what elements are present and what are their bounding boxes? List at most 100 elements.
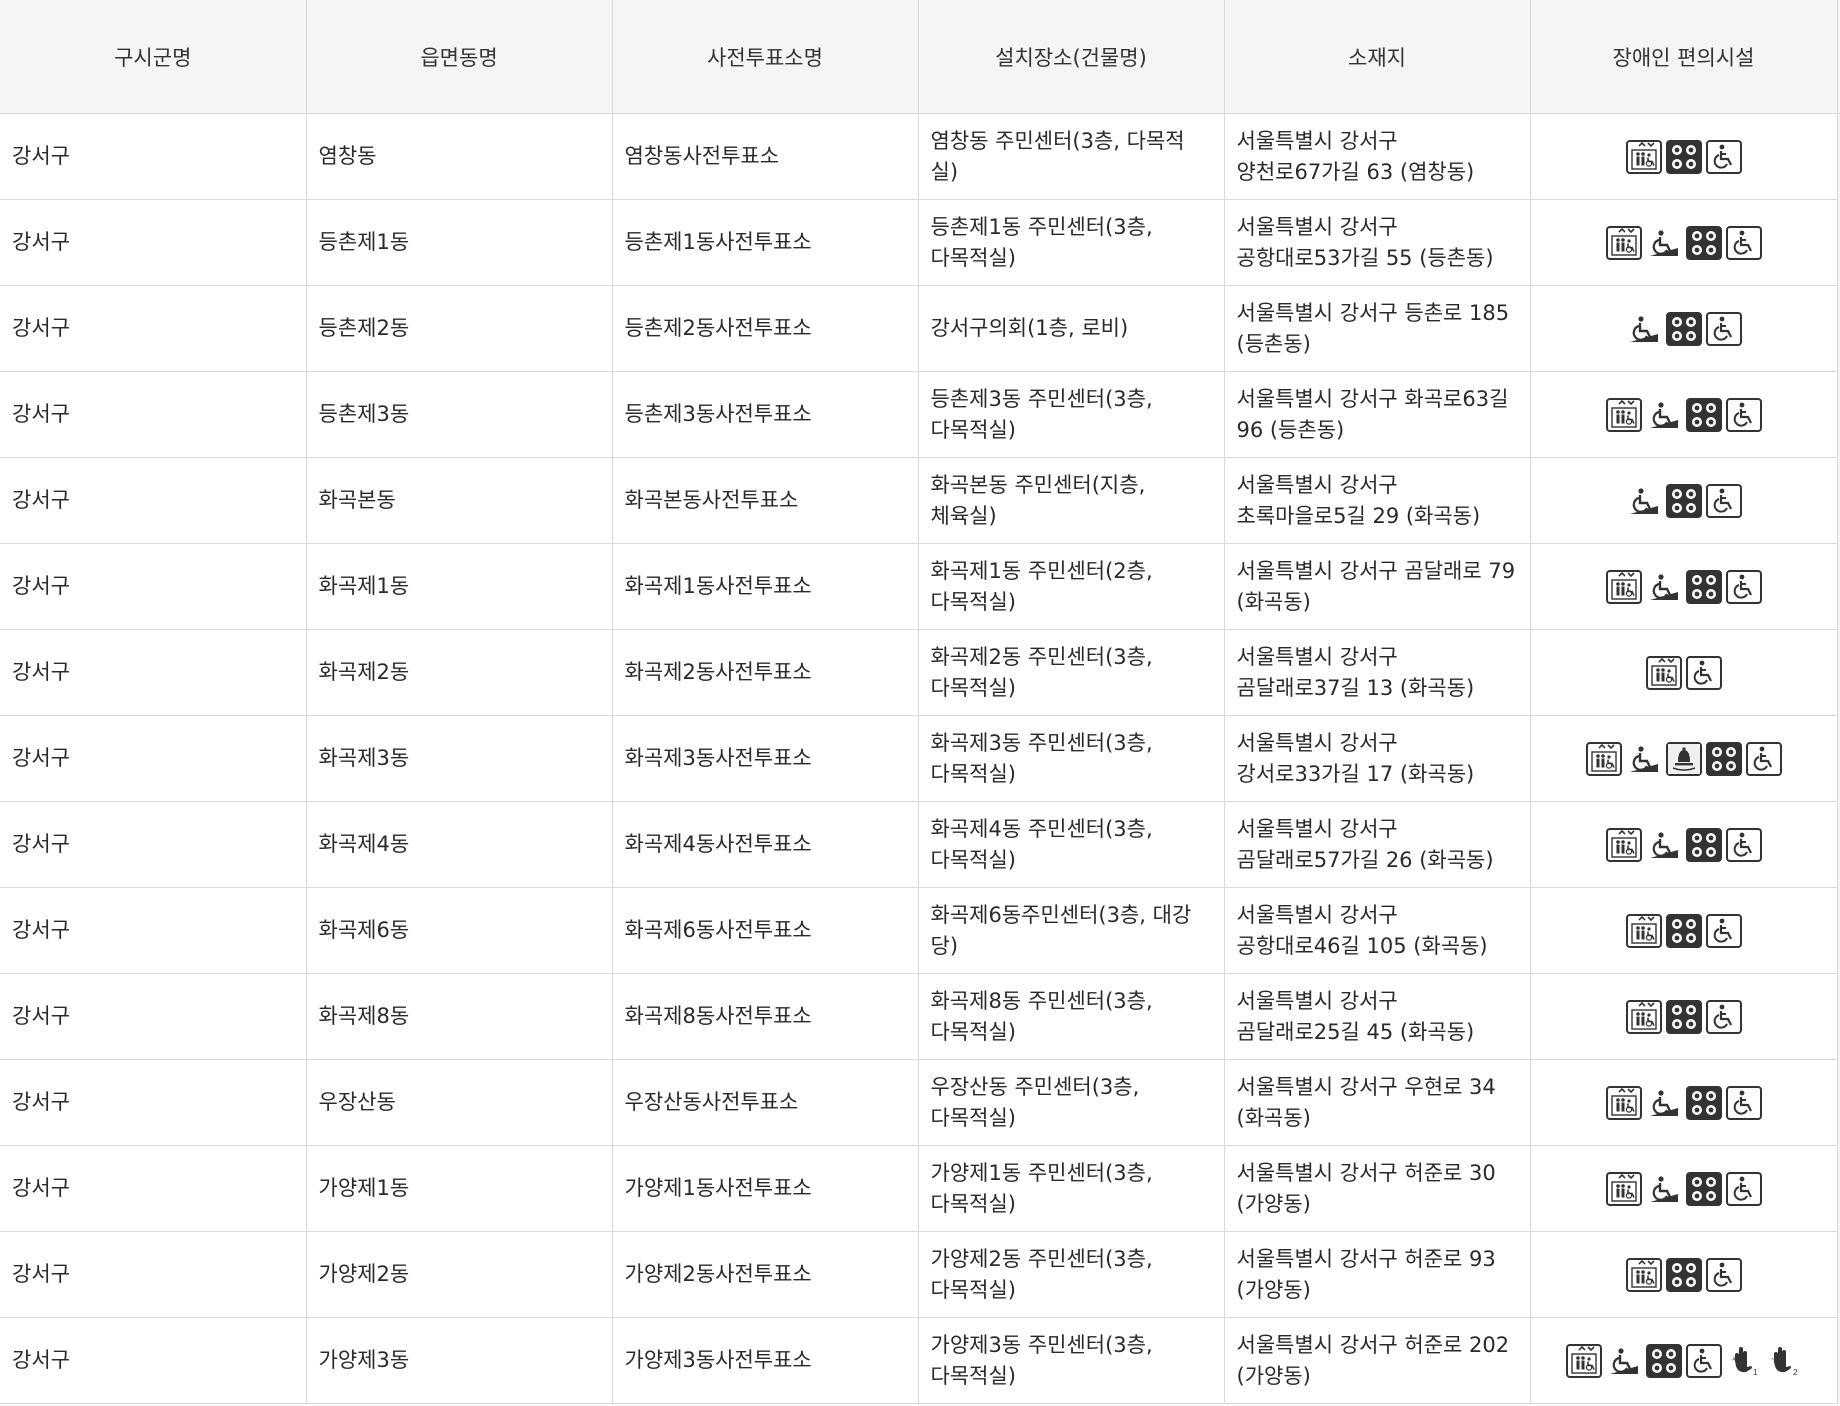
elevator-icon: [1605, 1171, 1642, 1206]
cell-place: 가양제3동 주민센터(3층, 다목적실): [917, 1317, 1225, 1404]
cell-address: 서울특별시 강서구 곰달래로37길 13 (화곡동): [1223, 629, 1531, 716]
table-row: 강서구 가양제2동 가양제2동사전투표소 가양제2동 주민센터(3층, 다목적실) 서울특…: [0, 1231, 1840, 1318]
wheelchair-icon: [1725, 1085, 1762, 1120]
cell-dong: 화곡제6동: [305, 887, 613, 974]
cell-district: 강서구: [0, 199, 307, 286]
cell-address: 서울특별시 강서구 공항대로53가길 55 (등촌동): [1223, 199, 1531, 286]
cell-dong: 가양제3동: [305, 1317, 613, 1404]
elevator-icon: [1605, 225, 1642, 260]
cell-place: 가양제1동 주민센터(3층, 다목적실): [917, 1145, 1225, 1232]
table-row: 강서구 등촌제1동 등촌제1동사전투표소 등촌제1동 주민센터(3층, 다목적실) 서울특…: [0, 199, 1840, 286]
cell-address: 서울특별시 강서구 허준로 30 (가양동): [1223, 1145, 1531, 1232]
cell-facilities: [1529, 973, 1838, 1060]
wheelchair-icon: [1705, 1257, 1742, 1292]
cell-dong: 화곡제8동: [305, 973, 613, 1060]
cell-facilities: [1529, 1145, 1838, 1232]
cell-facilities: [1529, 113, 1838, 200]
cell-dong: 가양제1동: [305, 1145, 613, 1232]
cell-facilities: [1529, 371, 1838, 458]
cell-district: 강서구: [0, 1059, 307, 1146]
wheelchair-icon: [1705, 913, 1742, 948]
cell-district: 강서구: [0, 801, 307, 888]
ramp-icon: [1626, 742, 1662, 776]
cell-station: 가양제3동사전투표소: [611, 1317, 919, 1404]
cell-place: 염창동 주민센터(3층, 다목적실): [917, 113, 1225, 200]
wheelchair-icon: [1685, 655, 1722, 690]
cell-district: 강서구: [0, 1317, 307, 1404]
cell-station: 화곡본동사전투표소: [611, 457, 919, 544]
table-body: 강서구 염창동 염창동사전투표소 염창동 주민센터(3층, 다목적실) 서울특별시 강서…: [0, 113, 1840, 1404]
cell-address: 서울특별시 강서구 곰달래로57가길 26 (화곡동): [1223, 801, 1531, 888]
svg-text:2: 2: [1793, 1368, 1798, 1376]
cell-address: 서울특별시 강서구 강서로33가길 17 (화곡동): [1223, 715, 1531, 802]
cell-station: 화곡제6동사전투표소: [611, 887, 919, 974]
cell-station: 가양제1동사전투표소: [611, 1145, 919, 1232]
column-header-place[interactable]: 설치장소(건물명): [917, 0, 1225, 114]
cell-place: 등촌제3동 주민센터(3층, 다목적실): [917, 371, 1225, 458]
ramp-icon: [1646, 398, 1682, 432]
cell-address: 서울특별시 강서구 곰달래로 79 (화곡동): [1223, 543, 1531, 630]
sign-language-2-icon: 2: [1766, 1344, 1802, 1378]
cell-dong: 화곡본동: [305, 457, 613, 544]
cell-station: 가양제2동사전투표소: [611, 1231, 919, 1318]
cell-district: 강서구: [0, 113, 307, 200]
ramp-icon: [1606, 1344, 1642, 1378]
cell-district: 강서구: [0, 629, 307, 716]
wheelchair-icon: [1725, 827, 1762, 862]
cell-station: 우장산동사전투표소: [611, 1059, 919, 1146]
cell-facilities: [1529, 1059, 1838, 1146]
polling-station-table: 구시군명 읍면동명 사전투표소명 설치장소(건물명) 소재지 장애인 편의시설 …: [0, 0, 1840, 1404]
cell-station: 등촌제3동사전투표소: [611, 371, 919, 458]
column-header-address[interactable]: 소재지: [1223, 0, 1531, 114]
cell-address: 서울특별시 강서구 허준로 202 (가양동): [1223, 1317, 1531, 1404]
elevator-icon: [1625, 1257, 1662, 1292]
cell-place: 화곡제6동주민센터(3층, 대강당): [917, 887, 1225, 974]
column-header-district[interactable]: 구시군명: [0, 0, 307, 114]
table-row: 강서구 화곡제8동 화곡제8동사전투표소 화곡제8동 주민센터(3층, 다목적실) 서울특…: [0, 973, 1840, 1060]
column-header-facilities[interactable]: 장애인 편의시설: [1529, 0, 1838, 114]
wheelchair-icon: [1725, 1171, 1762, 1206]
cell-district: 강서구: [0, 887, 307, 974]
cell-dong: 염창동: [305, 113, 613, 200]
ramp-icon: [1646, 828, 1682, 862]
braille-block-icon: [1645, 1343, 1682, 1378]
braille-block-icon: [1685, 225, 1722, 260]
cell-station: 등촌제1동사전투표소: [611, 199, 919, 286]
wheelchair-icon: [1705, 483, 1742, 518]
braille-block-icon: [1665, 483, 1702, 518]
table-row: 강서구 화곡제1동 화곡제1동사전투표소 화곡제1동 주민센터(2층, 다목적실) 서울특…: [0, 543, 1840, 630]
wheelchair-icon: [1745, 741, 1782, 776]
cell-dong: 등촌제2동: [305, 285, 613, 372]
table-row: 강서구 등촌제3동 등촌제3동사전투표소 등촌제3동 주민센터(3층, 다목적실) 서울특…: [0, 371, 1840, 458]
cell-district: 강서구: [0, 543, 307, 630]
cell-facilities: [1529, 1231, 1838, 1318]
elevator-icon: [1625, 139, 1662, 174]
table-row: 강서구 우장산동 우장산동사전투표소 우장산동 주민센터(3층, 다목적실) 서울특별시 …: [0, 1059, 1840, 1146]
column-header-station[interactable]: 사전투표소명: [611, 0, 919, 114]
braille-block-icon: [1685, 397, 1722, 432]
cell-station: 화곡제4동사전투표소: [611, 801, 919, 888]
cell-address: 서울특별시 강서구 양천로67가길 63 (염창동): [1223, 113, 1531, 200]
ramp-icon: [1626, 484, 1662, 518]
cell-facilities: [1529, 457, 1838, 544]
column-header-dong[interactable]: 읍면동명: [305, 0, 613, 114]
cell-place: 가양제2동 주민센터(3층, 다목적실): [917, 1231, 1225, 1318]
elevator-icon: [1585, 741, 1622, 776]
cell-facilities: [1529, 801, 1838, 888]
cell-district: 강서구: [0, 457, 307, 544]
elevator-icon: [1605, 397, 1642, 432]
wheelchair-icon: [1705, 139, 1742, 174]
sign-language-1-icon: 1: [1726, 1344, 1762, 1378]
braille-block-icon: [1665, 139, 1702, 174]
cell-district: 강서구: [0, 1145, 307, 1232]
table-row: 강서구 가양제3동 가양제3동사전투표소 가양제3동 주민센터(3층, 다목적실) 서울특…: [0, 1317, 1840, 1404]
elevator-icon: [1625, 999, 1662, 1034]
cell-dong: 화곡제4동: [305, 801, 613, 888]
cell-facilities: [1529, 629, 1838, 716]
cell-place: 우장산동 주민센터(3층, 다목적실): [917, 1059, 1225, 1146]
cell-address: 서울특별시 강서구 화곡로63길 96 (등촌동): [1223, 371, 1531, 458]
elevator-icon: [1645, 655, 1682, 690]
cell-dong: 등촌제3동: [305, 371, 613, 458]
ramp-icon: [1646, 226, 1682, 260]
ramp-icon: [1646, 570, 1682, 604]
